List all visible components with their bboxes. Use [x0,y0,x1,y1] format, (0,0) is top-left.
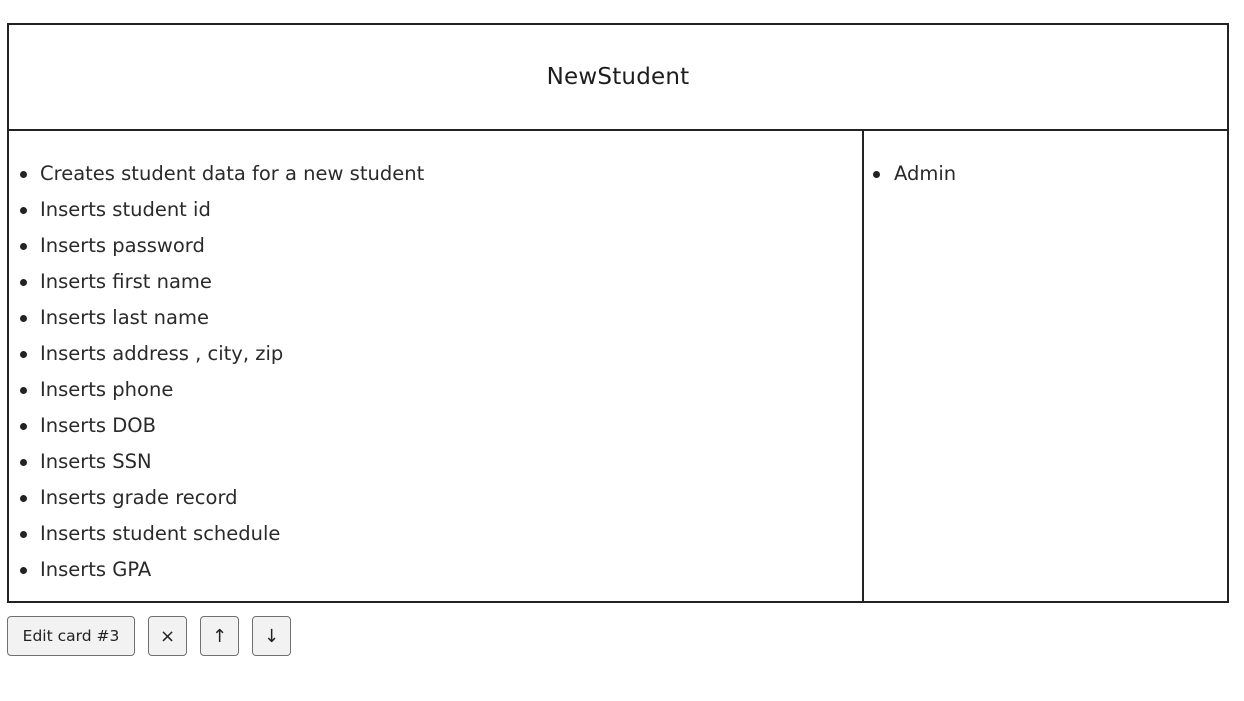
responsibility-item: Inserts DOB [9,408,862,444]
responsibility-item: Inserts first name [9,264,862,300]
edit-card-button[interactable]: Edit card #3 [7,616,135,656]
bullet-icon [20,171,27,178]
collaborators-column: Admin [864,131,1227,601]
bullet-icon [20,243,27,250]
crc-card: NewStudent Creates student data for a ne… [7,23,1229,603]
move-down-button[interactable]: ↓ [252,616,291,656]
bullet-icon [20,351,27,358]
close-icon: × [159,625,176,647]
card-title: NewStudent [9,25,1227,131]
bullet-icon [20,567,27,574]
responsibility-item: Inserts address , city, zip [9,336,862,372]
responsibility-item: Inserts phone [9,372,862,408]
bullet-icon [20,207,27,214]
responsibility-item: Inserts last name [9,300,862,336]
responsibilities-column: Creates student data for a new student I… [9,131,864,601]
arrow-down-icon: ↓ [263,625,280,647]
delete-card-button[interactable]: × [148,616,187,656]
collaborator-item: Admin [864,156,1227,192]
bullet-icon [20,495,27,502]
bullet-icon [873,171,880,178]
responsibility-item: Inserts GPA [9,552,862,588]
collaborators-list: Admin [864,156,1227,192]
card-body: Creates student data for a new student I… [9,131,1227,601]
responsibilities-list: Creates student data for a new student I… [9,156,862,588]
card-controls: Edit card #3 × ↑ ↓ [7,616,291,656]
responsibility-item: Inserts student schedule [9,516,862,552]
arrow-up-icon: ↑ [211,625,228,647]
bullet-icon [20,387,27,394]
bullet-icon [20,315,27,322]
responsibility-item: Inserts password [9,228,862,264]
move-up-button[interactable]: ↑ [200,616,239,656]
bullet-icon [20,279,27,286]
bullet-icon [20,459,27,466]
bullet-icon [20,423,27,430]
responsibility-item: Inserts grade record [9,480,862,516]
responsibility-item: Creates student data for a new student [9,156,862,192]
responsibility-item: Inserts student id [9,192,862,228]
responsibility-item: Inserts SSN [9,444,862,480]
bullet-icon [20,531,27,538]
